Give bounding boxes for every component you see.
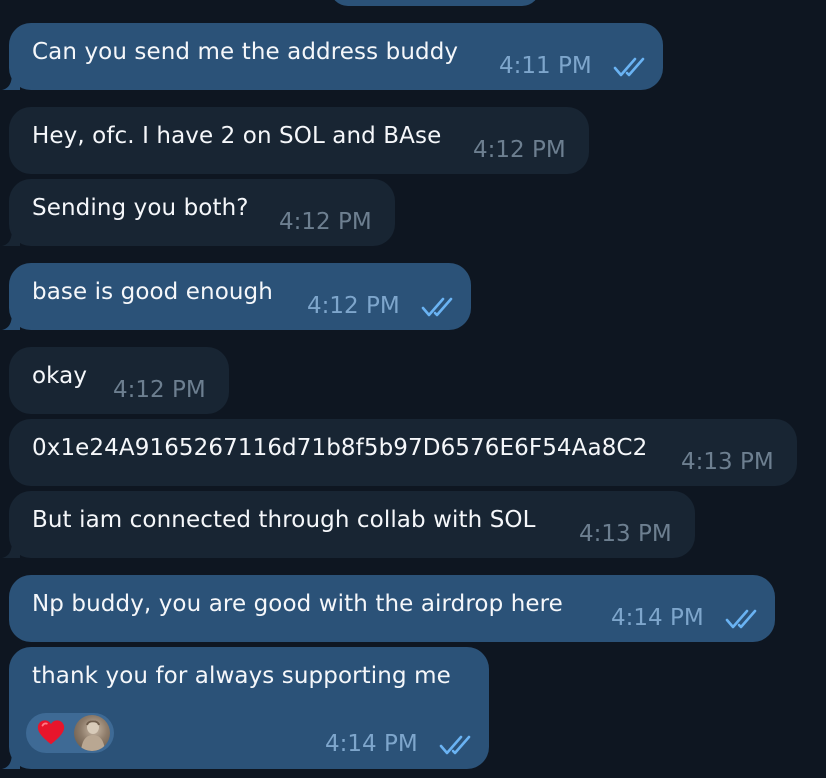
bubble-tail: [2, 228, 20, 246]
message-bubble-incoming[interactable]: But iam connected through collab with SO…: [2, 491, 695, 558]
message-text: thank you for always supporting me: [32, 663, 451, 689]
message-time: 4:12 PM: [279, 209, 372, 235]
double-check-icon: [613, 57, 645, 77]
message-bubble-outgoing[interactable]: Can you send me the address buddy 4:11 P…: [2, 23, 663, 90]
message-text: But iam connected through collab with SO…: [32, 507, 536, 533]
double-check-icon: [725, 609, 757, 629]
double-check-icon: [439, 735, 471, 755]
previous-message-bubble[interactable]: [330, 0, 540, 6]
message-time: 4:11 PM: [499, 53, 592, 79]
message-time: 4:13 PM: [579, 521, 672, 547]
user-avatar[interactable]: [74, 715, 110, 751]
message-time: 4:12 PM: [307, 293, 400, 319]
message-bubble-incoming[interactable]: Hey, ofc. I have 2 on SOL and BAse 4:12 …: [9, 107, 589, 174]
message-bubble-incoming[interactable]: okay 4:12 PM: [9, 347, 229, 414]
message-text: okay: [32, 363, 88, 389]
chat-history: Can you send me the address buddy 4:11 P…: [0, 0, 826, 778]
message-bubble-incoming[interactable]: 0x1e24A9165267116d71b8f5b97D6576E6F54Aa8…: [9, 419, 797, 486]
message-bubble-outgoing[interactable]: base is good enough 4:12 PM: [2, 263, 471, 330]
message-text: Hey, ofc. I have 2 on SOL and BAse: [32, 123, 442, 149]
message-text: Sending you both?: [32, 195, 249, 221]
bubble-tail: [2, 540, 20, 558]
reactions-bar[interactable]: [26, 713, 114, 753]
bubble-tail: [2, 312, 20, 330]
double-check-icon: [421, 297, 453, 317]
bubble-tail: [2, 72, 20, 90]
message-bubble-incoming[interactable]: Sending you both? 4:12 PM: [2, 179, 395, 246]
message-time: 4:12 PM: [113, 377, 206, 403]
message-time: 4:12 PM: [473, 137, 566, 163]
message-text: 0x1e24A9165267116d71b8f5b97D6576E6F54Aa8…: [32, 435, 648, 461]
message-bubble-outgoing[interactable]: thank you for always supporting me 4:14 …: [2, 647, 489, 769]
message-text: Can you send me the address buddy: [32, 39, 459, 65]
heart-emoji-icon[interactable]: [36, 718, 66, 748]
message-time: 4:14 PM: [611, 605, 704, 631]
message-time: 4:14 PM: [325, 731, 418, 757]
message-text: base is good enough: [32, 279, 273, 305]
message-time: 4:13 PM: [681, 449, 774, 475]
message-text: Np buddy, you are good with the airdrop …: [32, 591, 563, 617]
message-bubble-outgoing[interactable]: Np buddy, you are good with the airdrop …: [9, 575, 775, 642]
avatar-figure-icon: [81, 720, 105, 751]
bubble-tail: [2, 751, 20, 769]
